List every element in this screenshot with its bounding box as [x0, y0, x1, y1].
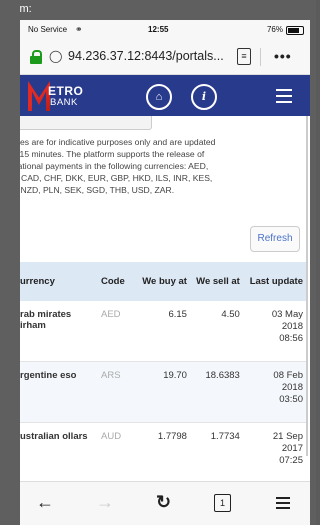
status-bar: No Service ⚭ 12:55 76% [20, 20, 310, 40]
cell-sell: 18.6383 [189, 361, 243, 423]
updated-year: 2018 [281, 382, 303, 393]
notice-line: ry 15 minutes. The platform supports the… [20, 149, 205, 159]
carrier-text: No Service [28, 25, 68, 34]
site-header: ETRO BANK ⌂ i [20, 75, 310, 117]
cell-code: AUD [95, 422, 136, 481]
url-text[interactable]: 94.236.37.12:8443/portals... [68, 49, 224, 63]
lock-icon [30, 50, 42, 64]
notice-line: rnational payments in the following curr… [20, 161, 209, 171]
currency-select-box[interactable] [20, 116, 152, 130]
updated-year: 2017 [281, 443, 303, 454]
cell-sell: 1.7734 [189, 422, 243, 481]
browser-menu-icon[interactable] [276, 497, 290, 512]
logo-text-top: ETRO [48, 84, 84, 98]
notice-line: K, NZD, PLN, SEK, SGD, THB, USD, ZAR. [20, 185, 175, 195]
cell-updated: 08 Feb 2018 03:50 [242, 361, 306, 423]
logo-text-bottom: BANK [50, 97, 78, 108]
cell-currency: ustralian ollars [20, 422, 95, 481]
hamburger-menu-icon[interactable] [276, 89, 292, 107]
updated-date: 03 May [271, 309, 303, 320]
url-bar[interactable]: ◯ 94.236.37.12:8443/portals... ≡ ••• [20, 40, 310, 75]
updated-date: 21 Sep [272, 431, 303, 442]
updated-time: 07:25 [279, 455, 303, 466]
cell-code: ARS [95, 361, 136, 423]
notice-line: D, CAD, CHF, DKK, EUR, GBP, HKD, ILS, IN… [20, 173, 213, 183]
metro-bank-logo[interactable]: ETRO BANK [28, 81, 84, 111]
back-arrow-icon[interactable]: ← [36, 492, 54, 513]
cell-buy: 19.70 [136, 361, 190, 423]
cell-code: AED [95, 301, 136, 362]
cell-currency: rab mirates irham [20, 301, 95, 362]
reload-icon[interactable]: ↻ [156, 492, 171, 513]
status-time: 12:55 [148, 25, 169, 34]
table-row: ustralian ollars AUD 1.7798 1.7734 21 Se… [20, 422, 306, 481]
cell-buy: 1.7798 [136, 422, 190, 481]
cell-buy: 6.15 [136, 301, 190, 362]
background-right [310, 0, 316, 525]
info-label: i [201, 90, 207, 103]
background-overlay: From: [0, 0, 316, 20]
updated-time: 08:56 [279, 333, 303, 344]
phone-screen: No Service ⚭ 12:55 76% ◯ 94.236.37.12:84… [20, 20, 310, 525]
page-scrollbar[interactable] [306, 116, 308, 456]
battery-icon [286, 26, 304, 35]
cell-currency: rgentine eso [20, 361, 95, 423]
table-row: rab mirates irham AED 6.15 4.50 03 May 2… [20, 301, 306, 362]
table-row: rgentine eso ARS 19.70 18.6383 08 Feb 20… [20, 361, 306, 423]
logo-m-mark [28, 81, 50, 111]
shield-icon[interactable]: ◯ [49, 49, 62, 63]
browser-toolbar: ← → ↻ 1 [20, 481, 310, 525]
header-updated: Last update [242, 262, 306, 301]
header-code: Code [95, 262, 136, 301]
header-buy: We buy at [136, 262, 190, 301]
cell-sell: 4.50 [189, 301, 243, 362]
wifi-icon: ⚭ [75, 24, 83, 34]
notice-line: rates are for indicative purposes only a… [20, 137, 216, 147]
cell-updated: 03 May 2018 08:56 [242, 301, 306, 362]
reader-view-icon[interactable]: ≡ [237, 48, 251, 65]
updated-date: 08 Feb [273, 370, 303, 381]
tabs-icon[interactable]: 1 [214, 494, 231, 512]
url-divider [260, 48, 261, 66]
header-currency: urrency [20, 262, 95, 301]
more-options-icon[interactable]: ••• [274, 48, 292, 64]
header-sell: We sell at [189, 262, 243, 301]
battery-percent: 76% [266, 25, 283, 34]
exchange-rates-table: urrency Code We buy at We sell at Last u… [20, 262, 306, 481]
background-left [0, 0, 20, 525]
info-icon[interactable]: i [191, 84, 217, 110]
table-header-row: urrency Code We buy at We sell at Last u… [20, 262, 306, 301]
forward-arrow-icon[interactable]: → [96, 492, 114, 513]
home-icon[interactable]: ⌂ [146, 84, 172, 110]
refresh-button[interactable]: Refresh [250, 226, 300, 252]
rates-notice: rates are for indicative purposes only a… [20, 136, 294, 196]
page-content: rates are for indicative purposes only a… [20, 116, 310, 481]
updated-time: 03:50 [279, 394, 303, 405]
updated-year: 2018 [281, 321, 303, 332]
cell-updated: 21 Sep 2017 07:25 [242, 422, 306, 481]
